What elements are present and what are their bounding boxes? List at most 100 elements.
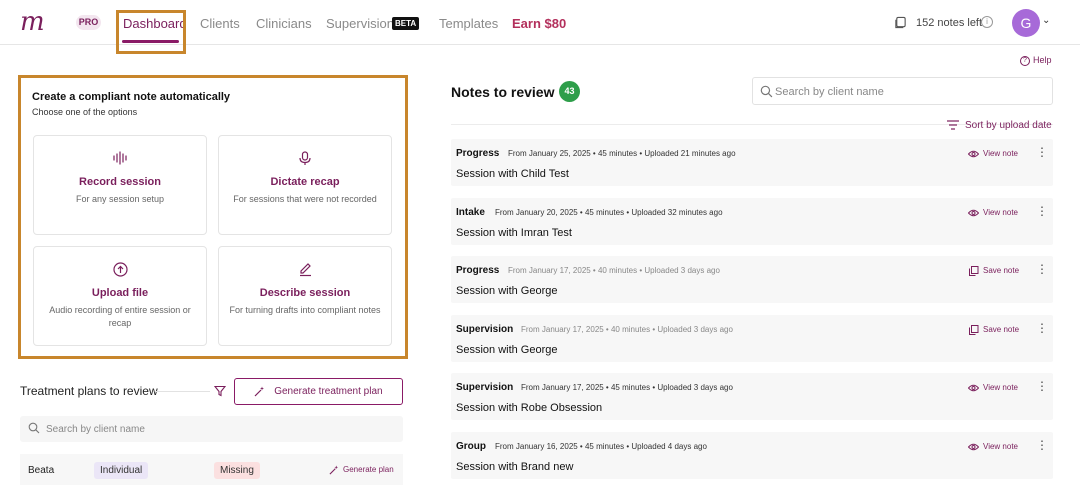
nav-earn[interactable]: Earn $80 [512, 17, 566, 31]
option-description: For sessions that were not recorded [233, 194, 377, 204]
pro-badge: PRO [76, 15, 101, 30]
copy-icon [969, 325, 979, 335]
nav-dashboard[interactable]: Dashboard [123, 17, 187, 31]
treatment-plans-title: Treatment plans to review [20, 384, 158, 398]
option-title: Record session [79, 176, 161, 188]
search-icon [28, 422, 40, 434]
note-card[interactable]: Group From January 16, 2025 • 45 minutes… [451, 432, 1053, 479]
option-title: Upload file [91, 287, 149, 299]
note-meta: From January 17, 2025 • 40 minutes • Upl… [508, 266, 720, 275]
top-navigation: m PRO Dashboard Clients Clinicians Super… [0, 0, 1080, 45]
notes-left-count: 152 notes left [916, 17, 983, 29]
note-card[interactable]: Supervision From January 17, 2025 • 45 m… [451, 373, 1053, 420]
divider [156, 391, 210, 392]
option-description: Audio recording of entire session or rec… [49, 305, 191, 328]
nav-clients[interactable]: Clients [200, 17, 240, 31]
create-note-subtitle: Choose one of the options [32, 107, 138, 117]
magic-wand-icon [329, 465, 339, 475]
more-options-icon[interactable]: ⋮ [1036, 262, 1048, 276]
note-type: Group [456, 441, 486, 452]
more-options-icon[interactable]: ⋮ [1036, 204, 1048, 218]
note-meta: From January 17, 2025 • 45 minutes • Upl… [521, 383, 733, 392]
copy-icon [969, 266, 979, 276]
eye-icon [968, 209, 979, 217]
note-meta: From January 20, 2025 • 45 minutes • Upl… [495, 208, 723, 217]
eye-icon [968, 443, 979, 451]
client-name: Beata [28, 465, 55, 476]
treatment-search-input[interactable] [46, 421, 346, 437]
pen-icon [219, 262, 391, 280]
save-note-button[interactable]: Save note [968, 325, 1019, 335]
option-description: For turning drafts into compliant notes [229, 305, 381, 315]
note-session: Session with Child Test [456, 168, 569, 180]
nav-clinicians[interactable]: Clinicians [256, 17, 312, 31]
more-options-icon[interactable]: ⋮ [1036, 438, 1048, 452]
note-type: Supervision [456, 382, 514, 393]
generate-plan-link[interactable]: Generate plan [329, 465, 394, 475]
beta-badge: BETA [392, 17, 420, 30]
note-session: Session with Brand new [456, 461, 574, 473]
question-icon: ? [1020, 55, 1030, 66]
eye-icon [968, 150, 979, 158]
note-session: Session with Robe Obsession [456, 402, 603, 414]
note-meta: From January 17, 2025 • 40 minutes • Upl… [521, 325, 733, 334]
upload-icon [34, 262, 206, 280]
more-options-icon[interactable]: ⋮ [1036, 379, 1048, 393]
filter-icon[interactable] [214, 385, 226, 397]
magic-wand-icon [254, 386, 268, 397]
note-session: Session with Imran Test [456, 227, 572, 239]
note-card[interactable]: Intake From January 20, 2025 • 45 minute… [451, 198, 1053, 245]
note-meta: From January 25, 2025 • 45 minutes • Upl… [508, 149, 736, 158]
upload-file-option[interactable]: Upload file Audio recording of entire se… [33, 246, 207, 346]
option-title: Dictate recap [270, 176, 340, 188]
notes-search-input[interactable] [775, 84, 1035, 100]
note-session: Session with George [456, 344, 558, 356]
create-note-title: Create a compliant note automatically [32, 91, 231, 103]
view-note-button[interactable]: View note [968, 149, 1018, 159]
active-tab-indicator [122, 40, 179, 43]
view-note-button[interactable]: View note [968, 383, 1018, 393]
treatment-search [20, 416, 403, 442]
more-options-icon[interactable]: ⋮ [1036, 321, 1048, 335]
notes-to-review-title: Notes to review [451, 84, 555, 100]
avatar[interactable]: G [1012, 9, 1040, 37]
nav-supervision[interactable]: Supervision [326, 17, 394, 31]
search-icon [760, 85, 773, 98]
save-note-button[interactable]: Save note [968, 266, 1019, 276]
status-badge: Missing [214, 462, 260, 479]
note-type: Intake [456, 207, 485, 218]
session-type-badge: Individual [94, 462, 149, 479]
nav-templates[interactable]: Templates [439, 17, 498, 31]
generate-treatment-plan-button[interactable]: Generate treatment plan [234, 378, 403, 405]
notes-icon [895, 16, 906, 29]
note-meta: From January 16, 2025 • 45 minutes • Upl… [495, 442, 707, 451]
note-card[interactable]: Progress From January 25, 2025 • 45 minu… [451, 139, 1053, 186]
record-session-option[interactable]: Record session For any session setup [33, 135, 207, 235]
microphone-icon [219, 151, 391, 169]
note-card[interactable]: Supervision From January 17, 2025 • 40 m… [451, 315, 1053, 362]
dictate-recap-option[interactable]: Dictate recap For sessions that were not… [218, 135, 392, 235]
waveform-icon [34, 151, 206, 168]
notes-count-badge: 43 [559, 81, 580, 102]
note-card[interactable]: Progress From January 17, 2025 • 40 minu… [451, 256, 1053, 303]
chevron-down-icon[interactable]: ⌄ [1042, 15, 1050, 26]
describe-session-option[interactable]: Describe session For turning drafts into… [218, 246, 392, 346]
table-row[interactable]: Beata Individual Missing Generate plan [20, 454, 403, 485]
app-logo[interactable]: m [20, 9, 45, 35]
help-link[interactable]: ? Help [1020, 55, 1052, 66]
view-note-button[interactable]: View note [968, 208, 1018, 218]
info-icon[interactable]: i [981, 16, 993, 28]
eye-icon [968, 384, 979, 392]
create-note-panel: Create a compliant note automatically Ch… [18, 75, 408, 359]
note-type: Supervision [456, 324, 514, 335]
note-type: Progress [456, 148, 500, 159]
notes-search [752, 77, 1053, 105]
note-session: Session with George [456, 285, 558, 297]
view-note-button[interactable]: View note [968, 442, 1018, 452]
sort-button[interactable]: Sort by upload date [947, 120, 1052, 131]
sort-icon [947, 120, 959, 130]
option-title: Describe session [259, 287, 351, 299]
note-type: Progress [456, 265, 500, 276]
option-description: For any session setup [75, 194, 165, 204]
more-options-icon[interactable]: ⋮ [1036, 145, 1048, 159]
